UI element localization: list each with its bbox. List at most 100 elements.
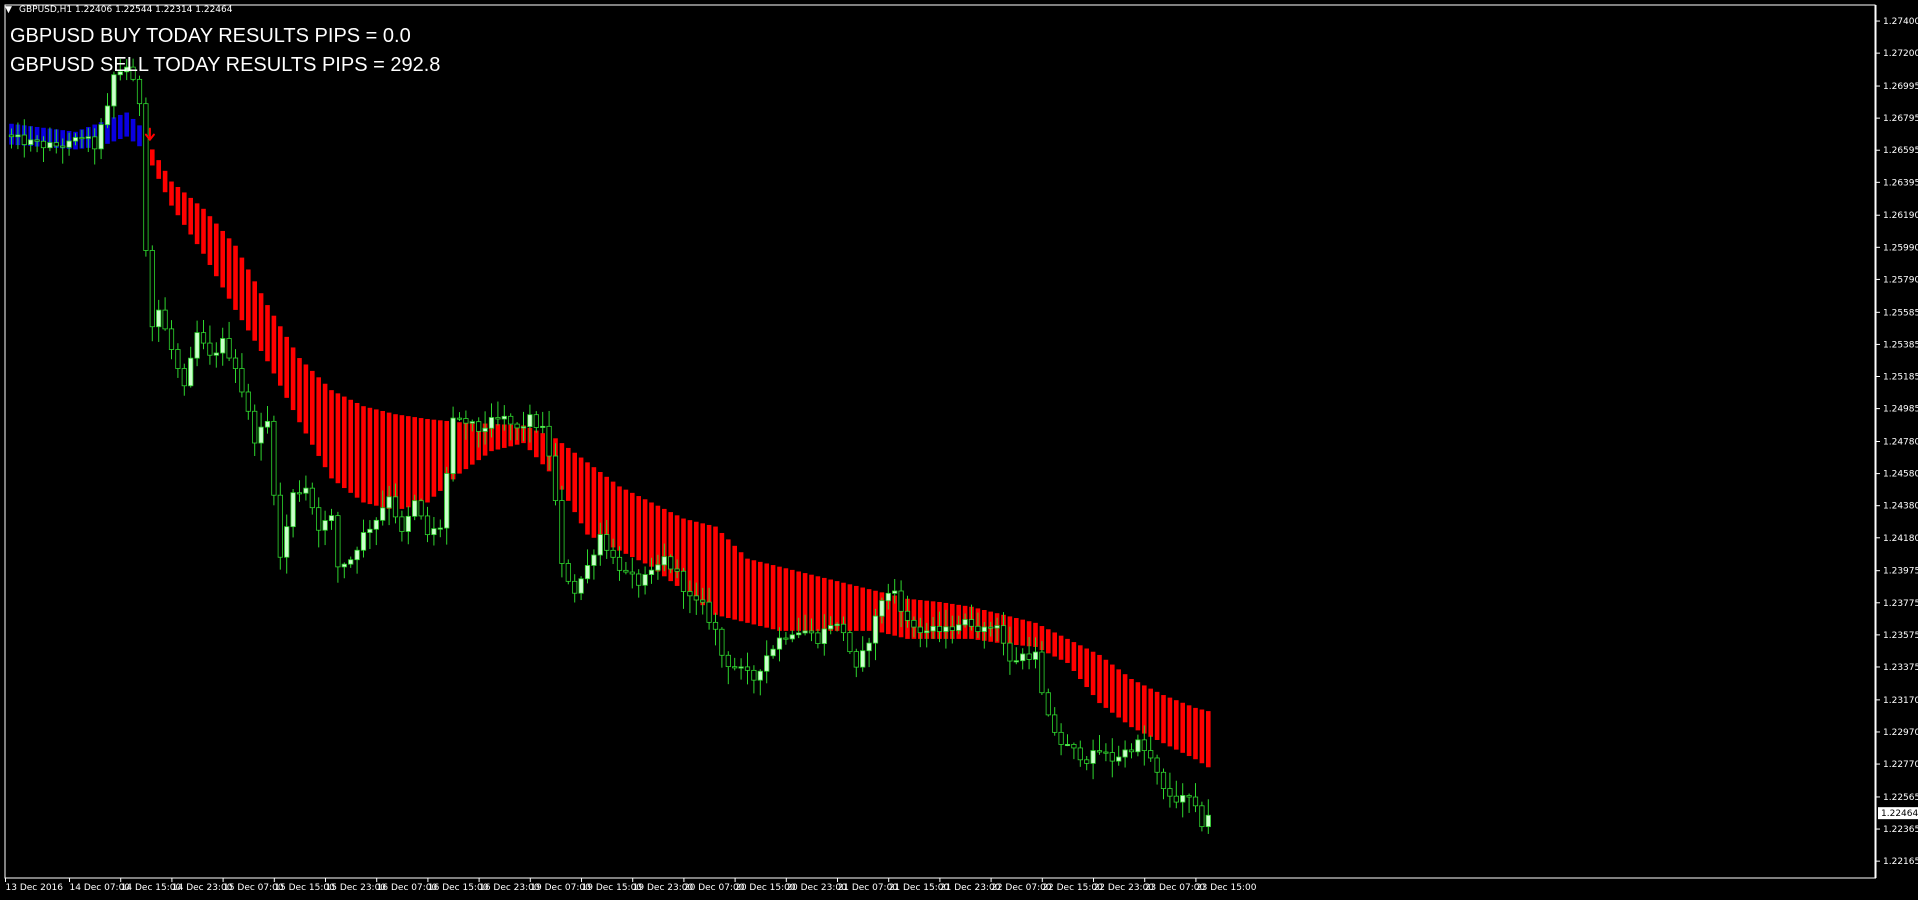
candle-bear[interactable]: [271, 420, 277, 496]
candle-bear[interactable]: [21, 134, 27, 145]
candle-bear[interactable]: [700, 599, 706, 603]
candle-bear[interactable]: [476, 421, 482, 432]
candle-bear[interactable]: [680, 570, 687, 592]
candle-bear[interactable]: [463, 418, 469, 424]
candle-bull[interactable]: [220, 338, 226, 354]
candle-bear[interactable]: [1045, 692, 1051, 716]
candle-bear[interactable]: [725, 654, 731, 668]
candle-bull[interactable]: [597, 534, 603, 556]
candle-bear[interactable]: [744, 666, 751, 671]
candle-bear[interactable]: [1173, 795, 1179, 803]
candle-bull[interactable]: [1135, 739, 1141, 753]
candle-bear[interactable]: [1058, 731, 1064, 745]
candle-bull[interactable]: [764, 655, 770, 672]
candle-bull[interactable]: [1020, 653, 1026, 662]
candle-bear[interactable]: [309, 487, 315, 509]
candle-bear[interactable]: [40, 140, 47, 149]
candle-bear[interactable]: [968, 619, 975, 627]
candle-bull[interactable]: [354, 549, 360, 561]
candle-bull[interactable]: [828, 625, 834, 630]
candle-bear[interactable]: [687, 591, 693, 597]
candle-bear[interactable]: [1026, 653, 1032, 660]
candle-bull[interactable]: [866, 642, 872, 652]
chart-window[interactable]: 1.27400 1.27200 1.26995 1.26795 1.26595 1.263…: [0, 0, 1918, 900]
candle-bull[interactable]: [757, 670, 763, 681]
candle-bear[interactable]: [1186, 795, 1192, 798]
candle-bear[interactable]: [1103, 751, 1109, 754]
candle-bear[interactable]: [546, 425, 552, 457]
candle-bear[interactable]: [175, 349, 181, 369]
candle-bear[interactable]: [1071, 744, 1077, 749]
candle-bear[interactable]: [277, 494, 283, 558]
candle-bear[interactable]: [239, 368, 245, 393]
candle-bear[interactable]: [604, 534, 610, 551]
price-chart[interactable]: 1.27400 1.27200 1.26995 1.26795 1.26595 1.263…: [0, 0, 1918, 900]
candle-bull[interactable]: [1013, 660, 1019, 663]
candle-bear[interactable]: [495, 417, 501, 420]
candle-bear[interactable]: [565, 563, 571, 582]
candle-bull[interactable]: [405, 515, 411, 532]
candle-bull[interactable]: [956, 624, 962, 631]
candle-bull[interactable]: [328, 515, 335, 522]
candle-bull[interactable]: [821, 628, 827, 644]
candle-bear[interactable]: [1007, 642, 1013, 662]
candle-bull[interactable]: [264, 420, 271, 428]
candle-bull[interactable]: [520, 426, 527, 429]
candle-bull[interactable]: [802, 630, 808, 634]
candle-bear[interactable]: [335, 515, 341, 568]
candle-bull[interactable]: [1090, 750, 1096, 764]
candle-bull[interactable]: [98, 124, 104, 150]
candle-bull[interactable]: [213, 352, 219, 356]
candle-bear[interactable]: [629, 571, 635, 575]
candle-bull[interactable]: [994, 625, 1000, 629]
candle-bull[interactable]: [66, 140, 72, 148]
candle-bear[interactable]: [719, 628, 725, 656]
candle-bear[interactable]: [316, 507, 322, 531]
candle-bear[interactable]: [424, 515, 431, 536]
candle-bear[interactable]: [34, 139, 40, 142]
candle-bear[interactable]: [552, 455, 559, 501]
candle-bull[interactable]: [642, 574, 648, 586]
candle-bear[interactable]: [898, 590, 904, 612]
candle-bull[interactable]: [450, 417, 456, 474]
candle-bear[interactable]: [988, 626, 994, 629]
candle-bull[interactable]: [258, 426, 264, 444]
candle-bear[interactable]: [533, 414, 539, 428]
candle-bear[interactable]: [1148, 750, 1154, 759]
candle-bear[interactable]: [200, 332, 207, 344]
candle-bull[interactable]: [156, 309, 162, 328]
candle-bull[interactable]: [796, 632, 802, 636]
candle-bear[interactable]: [693, 595, 699, 601]
candle-bear[interactable]: [1160, 771, 1167, 789]
candle-bull[interactable]: [380, 507, 386, 521]
candle-bull[interactable]: [584, 565, 591, 580]
candle-bear[interactable]: [847, 632, 853, 653]
candle-bull[interactable]: [290, 492, 296, 528]
candle-bear[interactable]: [1000, 625, 1007, 644]
candle-bull[interactable]: [962, 619, 968, 626]
candle-bull[interactable]: [1205, 814, 1211, 828]
candle-bull[interactable]: [834, 623, 840, 626]
candle-bull[interactable]: [111, 74, 117, 107]
candle-bull[interactable]: [924, 630, 930, 634]
candle-bear[interactable]: [853, 651, 859, 668]
candle-bear[interactable]: [207, 342, 213, 356]
candle-bull[interactable]: [322, 520, 328, 531]
candle-bear[interactable]: [559, 500, 565, 564]
candle-bear[interactable]: [904, 610, 911, 621]
candle-bull[interactable]: [770, 648, 776, 657]
candle-bear[interactable]: [712, 621, 719, 630]
candle-bull[interactable]: [540, 425, 546, 428]
candle-bear[interactable]: [399, 516, 405, 532]
candle-bear[interactable]: [252, 410, 258, 444]
candle-bear[interactable]: [296, 492, 303, 495]
candle-bear[interactable]: [815, 632, 821, 644]
candle-bull[interactable]: [1180, 795, 1186, 803]
candle-bear[interactable]: [636, 573, 642, 586]
candle-bear[interactable]: [1199, 805, 1205, 828]
candle-bull[interactable]: [386, 496, 392, 509]
candle-bear[interactable]: [808, 630, 815, 634]
candle-bear[interactable]: [136, 78, 143, 105]
candle-bull[interactable]: [789, 634, 795, 640]
candle-bear[interactable]: [8, 134, 15, 138]
